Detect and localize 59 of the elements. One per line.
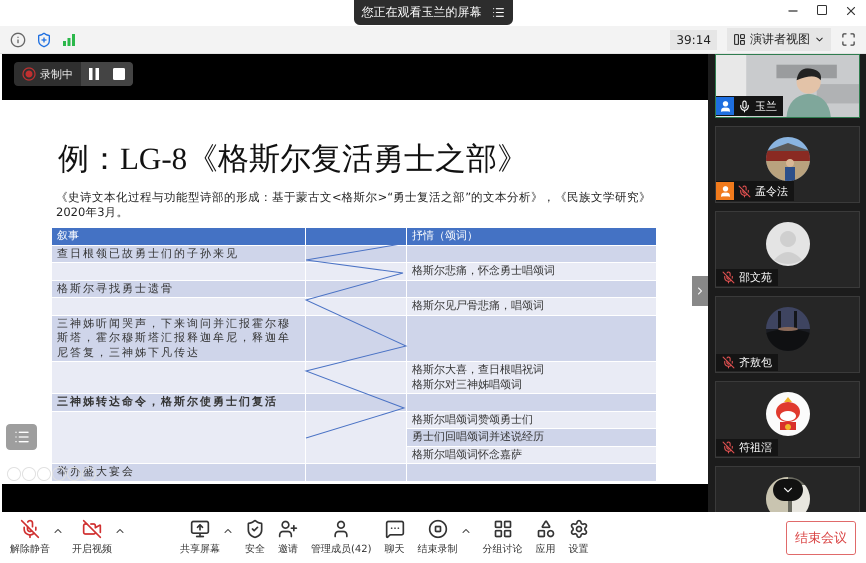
stop-icon [428, 519, 448, 539]
pause-icon[interactable] [89, 68, 99, 80]
view-button[interactable]: 演讲者视图 [727, 28, 831, 51]
toolbar-button[interactable]: 分组讨论 [480, 519, 525, 556]
participant-name: 玉兰 [755, 98, 777, 114]
table-cell: 格斯尔唱颂词怀念嘉萨 [407, 446, 657, 464]
toolbar-button[interactable]: 聊天 [382, 519, 407, 556]
share-screen-icon [190, 519, 210, 539]
citation-text: 《史诗文本化过程与功能型诗部的形成：基于蒙古文<格斯尔>“勇士复活之部”的文本分析》，《民族文学研究》2020年3月。 [56, 190, 652, 220]
scroll-down-button[interactable] [772, 479, 802, 501]
table-cell: 格斯尔唱颂词赞颂勇士们 [407, 412, 657, 429]
table-cell: 查日根领已故勇士们的子孙来见 [52, 246, 306, 263]
table-header: 抒情（颂词） [407, 228, 657, 246]
mic-off-icon [20, 519, 40, 539]
table-cell: 勇士们回唱颂词并述说经历 [407, 429, 657, 446]
toolbar-button[interactable]: 管理成员(42) [309, 519, 374, 556]
layout-icon [733, 33, 746, 46]
slide-title: 例：LG-8《格斯尔复活勇士之部》 [58, 140, 530, 178]
video-off-icon [82, 519, 102, 539]
collapse-handle[interactable] [692, 276, 708, 306]
info-icon[interactable] [10, 32, 26, 48]
fullscreen-icon[interactable] [841, 32, 856, 47]
avatar-icon [766, 222, 810, 266]
end-meeting-button[interactable]: 结束会议 [786, 520, 856, 554]
toolbar-button[interactable]: 共享屏幕 [178, 519, 222, 556]
participant-name: 符祖滘 [739, 440, 772, 455]
chat-icon [384, 519, 405, 539]
apps-icon [536, 519, 556, 539]
toolbar-button[interactable]: 设置 [566, 519, 591, 556]
meeting-timer: 39:14 [670, 30, 717, 50]
menu-icon[interactable] [492, 6, 504, 19]
recording-label: 录制中 [39, 66, 74, 82]
table-cell: 三神姊听闻哭声，下来询问并汇报霍尔穆斯塔，霍尔穆斯塔汇报释迦牟尼，释迦牟尼答复，三神姊下凡传达 [52, 316, 306, 362]
toolbar-button[interactable]: 应用 [534, 519, 558, 556]
table-cell: 格斯尔见尸骨悲痛，唱颂词 [407, 298, 657, 316]
toolbar-button[interactable]: 开启视频 [70, 519, 114, 556]
participant-name: 邵文苑 [739, 270, 772, 285]
add-user-icon [278, 519, 298, 539]
table-header: 叙事 [52, 228, 306, 246]
toolbar-button[interactable]: 安全 [243, 519, 267, 556]
banner-text: 您正在观看玉兰的屏幕 [362, 4, 482, 21]
toolbar-button[interactable]: 解除静音 [8, 519, 52, 556]
participant-name: 齐敖包 [739, 355, 772, 370]
record-icon [22, 67, 36, 81]
maximize-icon[interactable] [816, 4, 828, 16]
settings-icon [568, 519, 589, 539]
table-cell: 格斯尔大喜，查日根唱祝词 格斯尔对三神姊唱颂词 [407, 362, 657, 394]
shield-icon[interactable] [36, 32, 52, 48]
close-icon[interactable] [844, 4, 858, 18]
toolbar-button[interactable]: 邀请 [276, 519, 300, 556]
table-cell: 格斯尔悲痛，怀念勇士唱颂词 [407, 263, 657, 280]
grid-icon [492, 519, 513, 539]
list-icon [14, 429, 30, 445]
participant-name: 孟令法 [755, 184, 788, 198]
shield-icon [245, 519, 265, 539]
toolbar-button[interactable]: 结束录制 [416, 519, 460, 556]
table-cell: 三神姊转达命令，格斯尔使勇士们复活 [52, 394, 306, 412]
table-cell: 格斯尔寻找勇士遗骨 [52, 280, 306, 298]
list-button[interactable] [6, 424, 37, 450]
